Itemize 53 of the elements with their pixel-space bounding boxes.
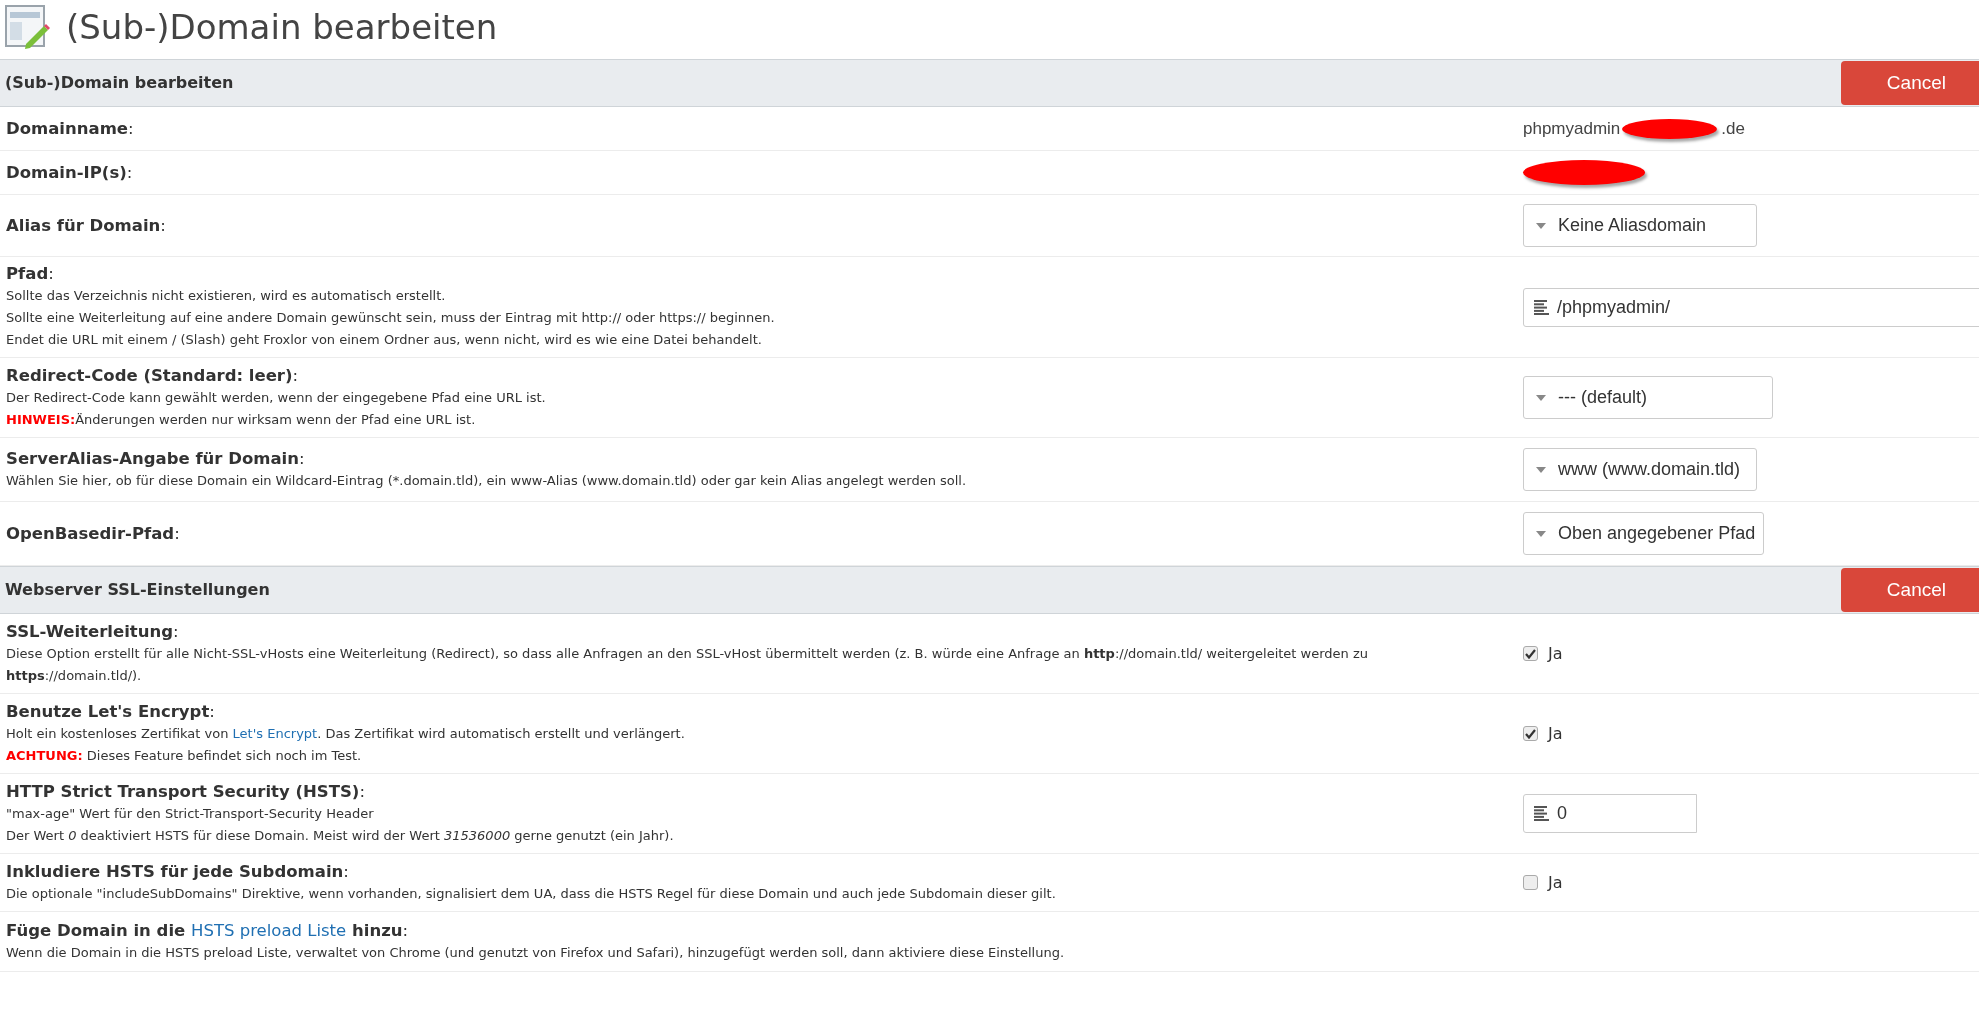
description-text: Sollte eine Weiterleitung auf eine andere Domain gewünscht sein, muss der Eintrag mit http:// oder https:// beginnen. — [6, 309, 776, 327]
field-label: HTTP Strict Transport Security (HSTS): — [6, 780, 366, 803]
field-label: Domain-IP(s): — [6, 161, 134, 184]
input-field[interactable]: /phpmyadmin/ — [1523, 287, 1979, 327]
description-text: https://domain.tld/). — [6, 666, 143, 685]
description-text: Die optionale "includeSubDomains" Direktive, wenn vorhanden, signalisiert dem UA, dass die HSTS Regel für diese Domain und auch jede Subdomain dieser gilt. — [6, 884, 1057, 903]
cancel-button[interactable]: Cancel — [1840, 568, 1979, 612]
description-text: Endet die URL mit einem / (Slash) geht Froxlor von einem Ordner aus, wenn nicht, wird es wie eine Datei behandelt. — [6, 331, 763, 349]
field-label: SSL-Weiterleitung: — [6, 620, 180, 643]
checkbox-label[interactable]: Ja — [1548, 870, 1563, 895]
dropdown-caret-icon — [1536, 394, 1546, 401]
section-title: (Sub-)Domain bearbeiten — [4, 72, 234, 94]
text-lines-icon — [1534, 299, 1549, 315]
field-label: OpenBasedir-Pfad: — [6, 522, 181, 545]
description-text: Der Redirect-Code kann gewählt werden, wenn der eingegebene Pfad eine URL ist. — [6, 388, 547, 407]
field-label: Redirect-Code (Standard: leer): — [6, 364, 300, 387]
dropdown-caret-icon — [1536, 530, 1546, 537]
input-field[interactable]: 0 — [1523, 794, 1697, 833]
checkbox[interactable] — [1523, 875, 1538, 890]
link[interactable]: HSTS preload Liste — [191, 920, 347, 940]
field-label: Pfad: — [6, 263, 55, 285]
select-field[interactable]: Keine Aliasdomain — [1523, 204, 1757, 247]
cancel-button[interactable]: Cancel — [1840, 61, 1979, 105]
description-text: Wählen Sie hier, ob für diese Domain ein Wildcard-Eintrag (*.domain.tld), ein www-Alias (www.domain.tld) oder gar kein Alias angelegt werden soll. — [6, 471, 968, 490]
field-label: Benutze Let's Encrypt: — [6, 700, 216, 723]
description-text: Wenn die Domain in die HSTS preload Liste, verwaltet von Chrome (und genutzt von Firefox und Safari), hinzugefügt werden soll, dann aktiviere diese Einstellung. — [6, 943, 1066, 962]
select-field[interactable]: Oben angegebener Pfad — [1523, 512, 1765, 555]
field-label: Inkludiere HSTS für jede Subdomain: — [6, 860, 350, 883]
field-label: Füge Domain in die HSTS preload Liste hinzu: — [6, 919, 410, 942]
section-title: Webserver SSL-Einstellungen — [4, 579, 270, 601]
description-text: Holt ein kostenloses Zertifikat von Let's Encrypt. Das Zertifikat wird automatisch erstellt und verlängert. — [6, 724, 686, 743]
dropdown-caret-icon — [1536, 222, 1546, 229]
checkbox-label[interactable]: Ja — [1548, 721, 1563, 746]
text-lines-icon — [1534, 806, 1549, 821]
description-text: Sollte das Verzeichnis nicht existieren, wird es automatisch erstellt. — [6, 287, 447, 305]
domain-suffix-text: .de — [1721, 117, 1745, 140]
description-text: "max-age" Wert für den Strict-Transport-Security Header — [6, 804, 375, 823]
field-label: Domainname: — [6, 117, 135, 140]
checkbox[interactable] — [1523, 646, 1538, 661]
field-label: Alias für Domain: — [6, 214, 167, 237]
select-field[interactable]: --- (default) — [1523, 376, 1773, 419]
checkbox[interactable] — [1523, 726, 1538, 741]
select-field[interactable]: www (www.domain.tld) — [1523, 448, 1757, 491]
checkbox-label[interactable]: Ja — [1548, 641, 1563, 666]
domain-name-text: phpmyadmin — [1523, 117, 1621, 140]
description-text: HINWEIS:Änderungen werden nur wirksam wenn der Pfad eine URL ist. — [6, 410, 477, 429]
page-title: (Sub-)Domain bearbeiten — [66, 6, 498, 48]
description-text: Diese Option erstellt für alle Nicht-SSL-vHosts eine Weiterleitung (Redirect), so dass alle Anfragen an den SSL-vHost übermittelt werden (z. B. würde eine Anfrage an http://domain.tld/ weitergeleitet werden zu — [6, 644, 1369, 663]
description-text: ACHTUNG: Dieses Feature befindet sich noch im Test. — [6, 746, 363, 765]
description-text: Der Wert 0 deaktiviert HSTS für diese Domain. Meist wird der Wert 31536000 gerne genutzt (ein Jahr). — [6, 826, 675, 845]
field-label: ServerAlias-Angabe für Domain: — [6, 447, 306, 470]
edit-page-icon — [4, 4, 50, 50]
dropdown-caret-icon — [1536, 466, 1546, 473]
